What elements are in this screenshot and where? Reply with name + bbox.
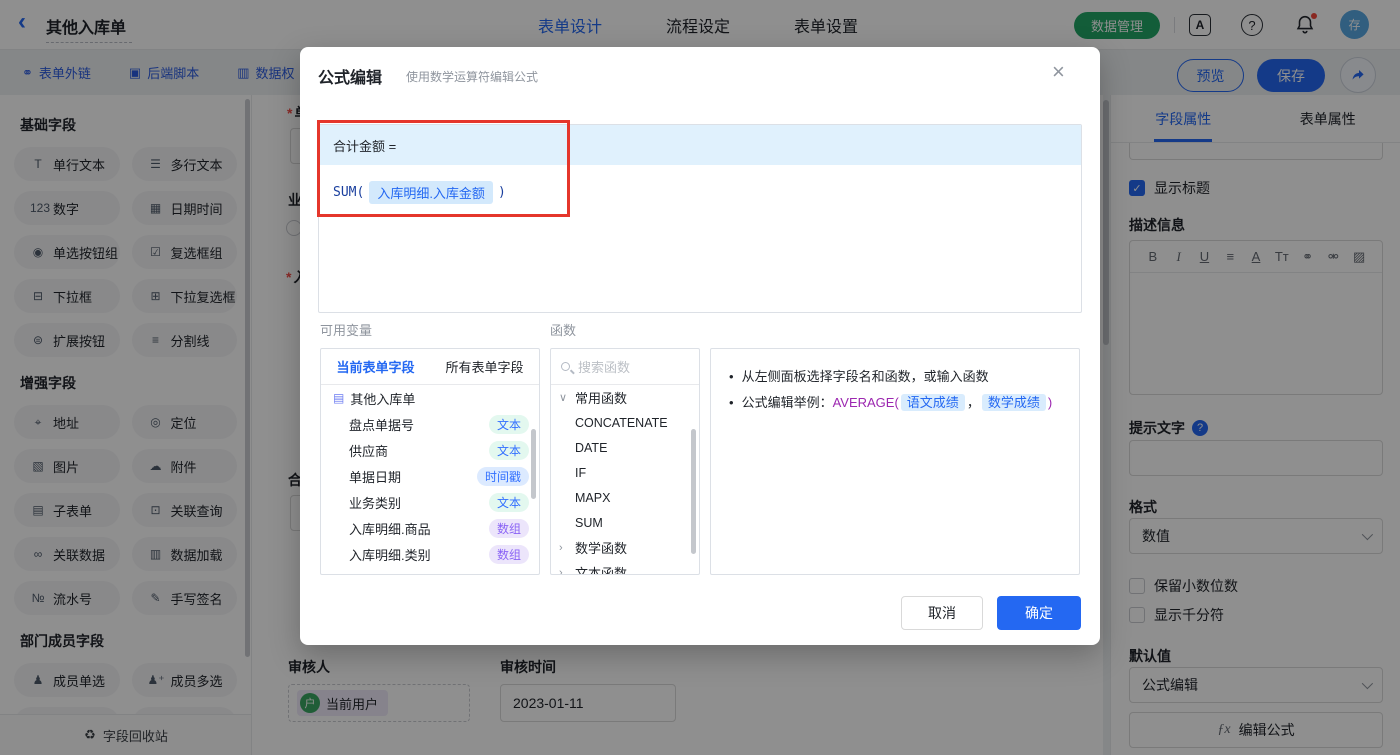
function-item[interactable]: DATE <box>551 435 699 460</box>
formula-field-chip[interactable]: 入库明细.入库金额 <box>369 181 493 204</box>
variables-label: 可用变量 <box>320 323 373 338</box>
formula-help-panel: • 从左侧面板选择字段名和函数，或输入函数 • 公式编辑举例：AVERAGE(语… <box>710 348 1080 575</box>
formula-func-open: SUM( <box>333 185 365 200</box>
functions-panel: 搜索函数 ∨ 常用函数 CONCATENATE DATE IF MAPX SUM › 数学函数 ›… <box>550 348 700 575</box>
help-example: 公式编辑举例：AVERAGE(语文成绩，数学成绩) <box>741 394 1053 411</box>
function-group[interactable]: › 文本函数 <box>551 560 699 575</box>
variable-type-badge: 文本 <box>488 492 529 512</box>
function-search-box[interactable]: 搜索函数 <box>551 349 699 385</box>
variable-row[interactable]: 供应商 文本 <box>321 437 539 463</box>
variable-name: 盘点单据号 <box>349 417 415 433</box>
chevron-right-icon: › <box>559 566 563 575</box>
help-bullet: • 公式编辑举例：AVERAGE(语文成绩，数学成绩) <box>729 390 1061 416</box>
variable-name: 单据日期 <box>349 469 402 485</box>
function-group-label: 常用函数 <box>575 391 628 406</box>
cancel-button[interactable]: 取消 <box>901 596 983 630</box>
variables-tree: ▤ 其他入库单 盘点单据号 文本 供应商 文本 单据日期 时间戳 业务类别 文本 入库明细.商品 数组… <box>321 385 539 567</box>
chevron-right-icon: › <box>559 541 563 554</box>
function-group[interactable]: ∨ 常用函数 <box>551 385 699 410</box>
variable-name: 入库明细.类别 <box>349 547 431 563</box>
variable-type-badge: 文本 <box>488 414 529 434</box>
function-group-label: 文本函数 <box>575 566 628 575</box>
variables-panel: 当前表单字段 所有表单字段 ▤ 其他入库单 盘点单据号 文本 供应商 文本 单据日期 时间戳 业务… <box>320 348 540 575</box>
function-item[interactable]: MAPX <box>551 485 699 510</box>
variable-type-badge: 数组 <box>488 544 529 564</box>
modal-title: 公式编辑 <box>318 70 383 87</box>
function-item[interactable]: SUM <box>551 510 699 535</box>
variables-tabs: 当前表单字段 所有表单字段 <box>321 349 539 385</box>
confirm-button[interactable]: 确定 <box>997 596 1081 630</box>
formula-func-close: ) <box>497 185 506 200</box>
search-placeholder: 搜索函数 <box>578 360 631 375</box>
variable-name: 入库明细.商品 <box>349 521 431 537</box>
variable-name: 供应商 <box>349 443 389 459</box>
formula-editor[interactable]: 合计金额 = SUM( 入库明细.入库金额 ) <box>318 124 1082 313</box>
example-field-chip: 数学成绩 <box>981 394 1046 411</box>
variable-root-label: 其他入库单 <box>350 391 416 407</box>
functions-label: 函数 <box>550 323 577 338</box>
functions-tree: ∨ 常用函数 CONCATENATE DATE IF MAPX SUM › 数学函数 › 文本函数 <box>551 385 699 575</box>
formula-target: 合计金额 = <box>319 125 1081 165</box>
variable-type-badge: 时间戳 <box>476 466 529 486</box>
functions-scrollbar[interactable] <box>691 429 696 554</box>
variable-row[interactable]: 盘点单据号 文本 <box>321 411 539 437</box>
modal-subtitle: 使用数学运算符编辑公式 <box>406 70 539 84</box>
doc-icon: ▤ <box>333 391 345 405</box>
search-icon <box>561 362 570 371</box>
variable-name: 业务类别 <box>349 495 402 511</box>
close-icon[interactable]: × <box>1052 59 1065 85</box>
formula-expression: SUM( 入库明细.入库金额 ) <box>319 165 1081 204</box>
function-group-label: 数学函数 <box>575 541 628 556</box>
variable-root-row[interactable]: ▤ 其他入库单 <box>321 385 539 411</box>
variables-scrollbar[interactable] <box>531 429 536 499</box>
help-bullet: • 从左侧面板选择字段名和函数，或输入函数 <box>729 364 1061 390</box>
variable-row[interactable]: 入库明细.类别 数组 <box>321 541 539 567</box>
chevron-down-icon: ∨ <box>559 392 568 404</box>
variable-row[interactable]: 入库明细.商品 数组 <box>321 515 539 541</box>
variable-row[interactable]: 单据日期 时间戳 <box>321 463 539 489</box>
help-text: 从左侧面板选择字段名和函数，或输入函数 <box>741 369 989 384</box>
variables-tab[interactable]: 所有表单字段 <box>430 357 539 376</box>
variable-row[interactable]: 业务类别 文本 <box>321 489 539 515</box>
function-group[interactable]: › 数学函数 <box>551 535 699 560</box>
variables-tab[interactable]: 当前表单字段 <box>321 357 430 376</box>
variable-type-badge: 数组 <box>488 518 529 538</box>
function-item[interactable]: CONCATENATE <box>551 410 699 435</box>
variable-type-badge: 文本 <box>488 440 529 460</box>
formula-edit-modal: 公式编辑 使用数学运算符编辑公式 × 合计金额 = SUM( 入库明细.入库金额… <box>300 47 1100 645</box>
example-field-chip: 语文成绩 <box>900 394 965 411</box>
function-item[interactable]: IF <box>551 460 699 485</box>
